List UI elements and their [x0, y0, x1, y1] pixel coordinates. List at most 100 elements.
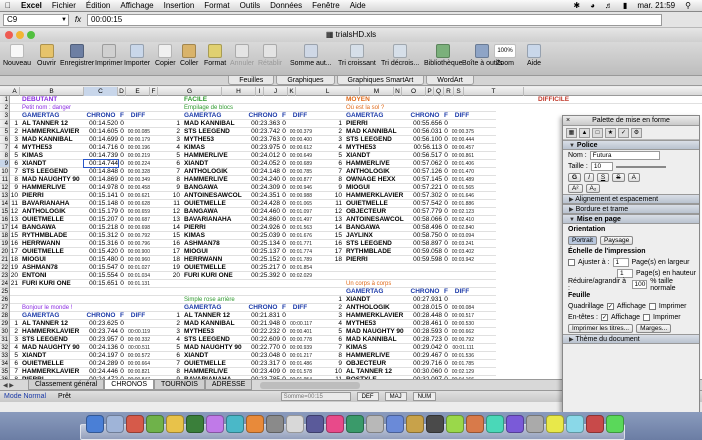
superscript-button[interactable]: A²: [568, 184, 583, 193]
f-cell[interactable]: 0: [442, 368, 450, 375]
chrono-cell[interactable]: 00:15.547: [84, 264, 118, 271]
gamertag-cell[interactable]: BANGAWA: [182, 208, 246, 215]
rank-cell[interactable]: 8: [334, 176, 344, 183]
chrono-cell[interactable]: 00:21.831: [246, 312, 280, 319]
diff-cell[interactable]: 00:00.219: [126, 152, 150, 159]
f-cell[interactable]: 0: [118, 256, 126, 263]
gamertag-cell[interactable]: STS LEEGEND: [20, 168, 84, 175]
f-cell[interactable]: 0: [118, 320, 126, 327]
rank-cell[interactable]: 2: [172, 128, 182, 135]
chrono-cell[interactable]: 00:28.461: [408, 320, 442, 327]
sheet-tab-adresse[interactable]: ADRESSE: [204, 380, 253, 390]
rank-cell[interactable]: 14: [10, 224, 20, 231]
column-title[interactable]: CHRONO: [408, 112, 442, 119]
chrono-cell[interactable]: 00:24.240: [246, 176, 280, 183]
rank-cell[interactable]: 17: [10, 248, 20, 255]
chrono-cell[interactable]: 00:25.039: [246, 232, 280, 239]
diff-cell[interactable]: [450, 296, 474, 303]
chrono-cell[interactable]: 00:30.060: [408, 368, 442, 375]
close-icon[interactable]: ×: [566, 116, 570, 126]
chrono-cell[interactable]: 00:57.145: [408, 176, 442, 183]
gamertag-cell[interactable]: MAD KANNIBAL: [344, 336, 408, 343]
row-header[interactable]: 12: [0, 184, 9, 192]
gamertag-cell[interactable]: OWNAGE HEXX: [344, 176, 408, 183]
diff-cell[interactable]: 00:00.332: [126, 336, 150, 343]
row-header[interactable]: 33: [0, 352, 9, 360]
f-cell[interactable]: 0: [118, 152, 126, 159]
diff-cell[interactable]: 00:01.131: [126, 280, 150, 287]
gamertag-cell[interactable]: OUIETMELLE: [182, 360, 246, 367]
chrono-cell[interactable]: 00:57.779: [408, 208, 442, 215]
gamertag-cell[interactable]: OUIETMELLE: [20, 216, 84, 223]
gamertag-cell[interactable]: ASHMAN78: [182, 240, 246, 247]
chrono-cell[interactable]: 00:28.593: [408, 328, 442, 335]
rank-cell[interactable]: 18: [10, 256, 20, 263]
diff-cell[interactable]: 00:00.375: [450, 128, 474, 135]
column-header[interactable]: P: [426, 87, 434, 96]
rank-cell[interactable]: 3: [10, 136, 20, 143]
gamertag-cell[interactable]: KIMAS: [344, 344, 408, 351]
rank-cell[interactable]: 8: [334, 352, 344, 359]
chrono-cell[interactable]: 00:23.763: [246, 136, 280, 143]
chrono-cell[interactable]: 00:59.058: [408, 248, 442, 255]
chrono-cell[interactable]: 00:23.409: [246, 368, 280, 375]
diff-cell[interactable]: 00:01.097: [288, 208, 312, 215]
sort-ascending-button[interactable]: Tri croissant: [338, 44, 376, 67]
gamertag-cell[interactable]: ANTHOLOGIK: [20, 208, 84, 215]
gamertag-cell[interactable]: HAMMERLIVE: [182, 176, 246, 183]
row-header[interactable]: 4: [0, 120, 9, 128]
f-cell[interactable]: 0: [118, 184, 126, 191]
gamertag-cell[interactable]: HAMMERKLAVIER: [344, 312, 408, 319]
dock-app-icon[interactable]: [326, 415, 344, 433]
gamertag-cell[interactable]: MAD KANNIBAL: [20, 136, 84, 143]
chrono-cell[interactable]: 00:22.609: [246, 336, 280, 343]
gamertag-cell[interactable]: RYTHMBLADE: [344, 248, 408, 255]
diff-cell[interactable]: 00:00.796: [126, 240, 150, 247]
column-title[interactable]: CHRONO: [408, 288, 442, 295]
rank-cell[interactable]: 6: [10, 160, 20, 167]
f-cell[interactable]: 0: [118, 344, 126, 351]
diff-cell[interactable]: 00:01.065: [288, 200, 312, 207]
chrono-cell[interactable]: 00:14.739: [84, 152, 118, 159]
stage-title[interactable]: Empilage de blocs: [172, 104, 233, 111]
section-bordure[interactable]: ▶ Bordure et trame: [563, 204, 699, 214]
diff-cell[interactable]: [450, 120, 474, 127]
chrono-cell[interactable]: 00:28.723: [408, 336, 442, 343]
diff-cell[interactable]: 00:01.563: [288, 224, 312, 231]
dock-app-icon[interactable]: [146, 415, 164, 433]
f-cell[interactable]: 0: [280, 272, 288, 279]
font-name-field[interactable]: Futura: [589, 151, 660, 160]
section-alignement[interactable]: ▶ Alignement et espacement: [563, 194, 699, 204]
diff-cell[interactable]: 00:00.444: [450, 136, 474, 143]
chrono-cell[interactable]: 00:14.744: [83, 159, 119, 168]
row-header[interactable]: 15: [0, 208, 9, 216]
rank-cell[interactable]: 20: [10, 272, 20, 279]
chrono-cell[interactable]: 00:15.316: [84, 240, 118, 247]
stage-title[interactable]: Un corps à corps: [334, 280, 391, 287]
rank-cell[interactable]: 4: [10, 144, 20, 151]
gamertag-cell[interactable]: MAD NAUGHTY 90: [344, 328, 408, 335]
row-header[interactable]: 5: [0, 128, 9, 136]
chrono-cell[interactable]: 00:58.496: [408, 224, 442, 231]
gamertag-cell[interactable]: FURI KURI ONE: [182, 272, 246, 279]
dock-app-icon[interactable]: [126, 415, 144, 433]
rank-cell[interactable]: 7: [10, 368, 20, 375]
rank-cell[interactable]: 17: [334, 248, 344, 255]
f-cell[interactable]: 0: [442, 360, 450, 367]
rank-cell[interactable]: 7: [334, 344, 344, 351]
gamertag-cell[interactable]: MAD KANNIBAL: [344, 128, 408, 135]
rank-cell[interactable]: 13: [334, 216, 344, 223]
gridlines-print-checkbox[interactable]: [648, 303, 656, 310]
margins-button[interactable]: Marges...: [636, 324, 672, 333]
rank-cell[interactable]: 10: [172, 192, 182, 199]
f-cell[interactable]: 0: [280, 240, 288, 247]
formatting-icon[interactable]: ▦: [566, 128, 577, 138]
object-palette-icon[interactable]: ▲: [579, 128, 590, 138]
gamertag-cell[interactable]: XIANDT: [182, 160, 246, 167]
chrono-cell[interactable]: 00:15.480: [84, 256, 118, 263]
diff-cell[interactable]: 00:01.886: [450, 200, 474, 207]
diff-cell[interactable]: 00:00.900: [126, 248, 150, 255]
diff-cell[interactable]: 00:01.789: [288, 256, 312, 263]
scrapbook-icon[interactable]: ★: [605, 128, 616, 138]
gamertag-cell[interactable]: MAD NAUGHTY 90: [182, 344, 246, 351]
